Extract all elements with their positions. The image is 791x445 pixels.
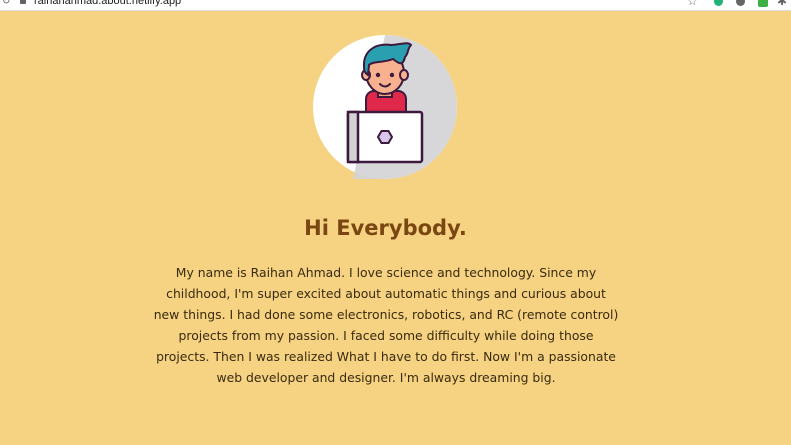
avatar [313, 35, 457, 179]
address-bar[interactable]: raihanahmad.about.netlify.app [34, 0, 181, 8]
intro-paragraph: My name is Raihan Ahmad. I love science … [153, 265, 619, 385]
extensions-puzzle-icon[interactable]: ✱ [777, 0, 787, 8]
bookmark-star-icon[interactable]: ☆ [687, 0, 698, 8]
extension-icon[interactable] [736, 0, 745, 6]
grammarly-extension-icon[interactable] [714, 0, 723, 6]
page-title: Hi Everybody. [304, 216, 467, 240]
reload-icon[interactable]: ↻ [2, 0, 10, 7]
extension-badge-icon[interactable] [758, 0, 768, 7]
browser-toolbar: ↻ raihanahmad.about.netlify.app ☆ ✱ [0, 0, 791, 11]
lock-icon[interactable] [20, 0, 26, 4]
